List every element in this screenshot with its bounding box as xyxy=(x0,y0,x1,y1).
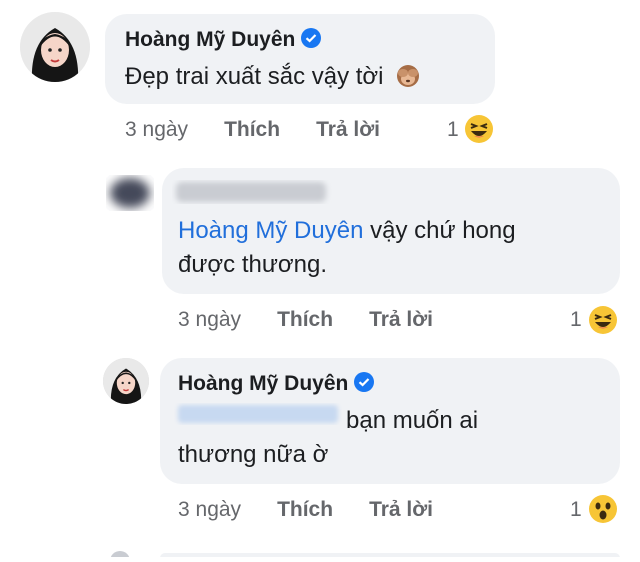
reaction-count[interactable]: 1 xyxy=(570,498,582,522)
verified-badge-icon xyxy=(354,372,375,392)
comment-author[interactable]: Hoàng Mỹ Duyên xyxy=(178,372,375,396)
comment-actions: 3 ngày Thích Trả lời xyxy=(178,498,433,522)
blurred-avatar xyxy=(110,178,150,208)
like-button[interactable]: Thích xyxy=(277,308,333,332)
comment-time[interactable]: 3 ngày xyxy=(125,118,188,142)
comment-body-line2: thương nữa ờ xyxy=(178,441,329,468)
comment-time[interactable]: 3 ngày xyxy=(178,308,241,332)
comment-body: Đẹp trai xuất sắc vậy tời xyxy=(125,63,384,90)
comment-text: Hoàng Mỹ Duyên vậy chứ hong được thương. xyxy=(178,214,598,282)
comment-actions: 3 ngày Thích Trả lời xyxy=(178,308,433,332)
avatar[interactable] xyxy=(100,168,160,218)
like-button[interactable]: Thích xyxy=(277,498,333,522)
comment-body-line1: bạn muốn ai xyxy=(346,407,479,434)
verified-badge-icon xyxy=(301,28,322,48)
comment-author-name[interactable]: Hoàng Mỹ Duyên xyxy=(178,372,348,395)
blurred-author-name xyxy=(172,178,332,206)
mention-link[interactable]: Hoàng Mỹ Duyên xyxy=(178,217,363,244)
avatar[interactable] xyxy=(103,358,149,404)
avatar-photo xyxy=(20,12,90,82)
comment-body-line1: vậy chứ hong xyxy=(370,217,516,244)
comment-time[interactable]: 3 ngày xyxy=(178,498,241,522)
reaction-count[interactable]: 1 xyxy=(570,308,582,332)
comment-author[interactable]: Hoàng Mỹ Duyên xyxy=(125,28,322,52)
wow-emoji-icon xyxy=(588,494,618,524)
like-button[interactable]: Thích xyxy=(224,118,280,142)
reply-button[interactable]: Trả lời xyxy=(369,308,433,332)
avatar-photo xyxy=(103,358,149,404)
comment-text: Đẹp trai xuất sắc vậy tời xyxy=(125,60,422,94)
reaction-count[interactable]: 1 xyxy=(447,118,459,142)
reply-button[interactable]: Trả lời xyxy=(369,498,433,522)
laughing-emoji-icon xyxy=(464,114,494,144)
next-comment-partial xyxy=(100,544,620,562)
see-no-evil-monkey-icon xyxy=(394,61,422,89)
reply-button[interactable]: Trả lời xyxy=(316,118,380,142)
comment-actions: 3 ngày Thích Trả lời xyxy=(125,118,380,142)
comment-text: bạn muốn ai thương nữa ờ xyxy=(178,404,598,472)
comment-bubble: Hoàng Mỹ Duyên bạn muốn ai thương nữa ờ xyxy=(160,358,620,484)
avatar[interactable] xyxy=(20,12,90,82)
comment-author-name[interactable]: Hoàng Mỹ Duyên xyxy=(125,28,295,51)
comment-body-line2: được thương. xyxy=(178,251,328,278)
comment-bubble: Hoàng Mỹ Duyên vậy chứ hong được thương. xyxy=(162,168,620,294)
laughing-emoji-icon xyxy=(588,305,618,335)
comment-bubble: Hoàng Mỹ Duyên Đẹp trai xuất sắc vậy tời xyxy=(105,14,495,104)
